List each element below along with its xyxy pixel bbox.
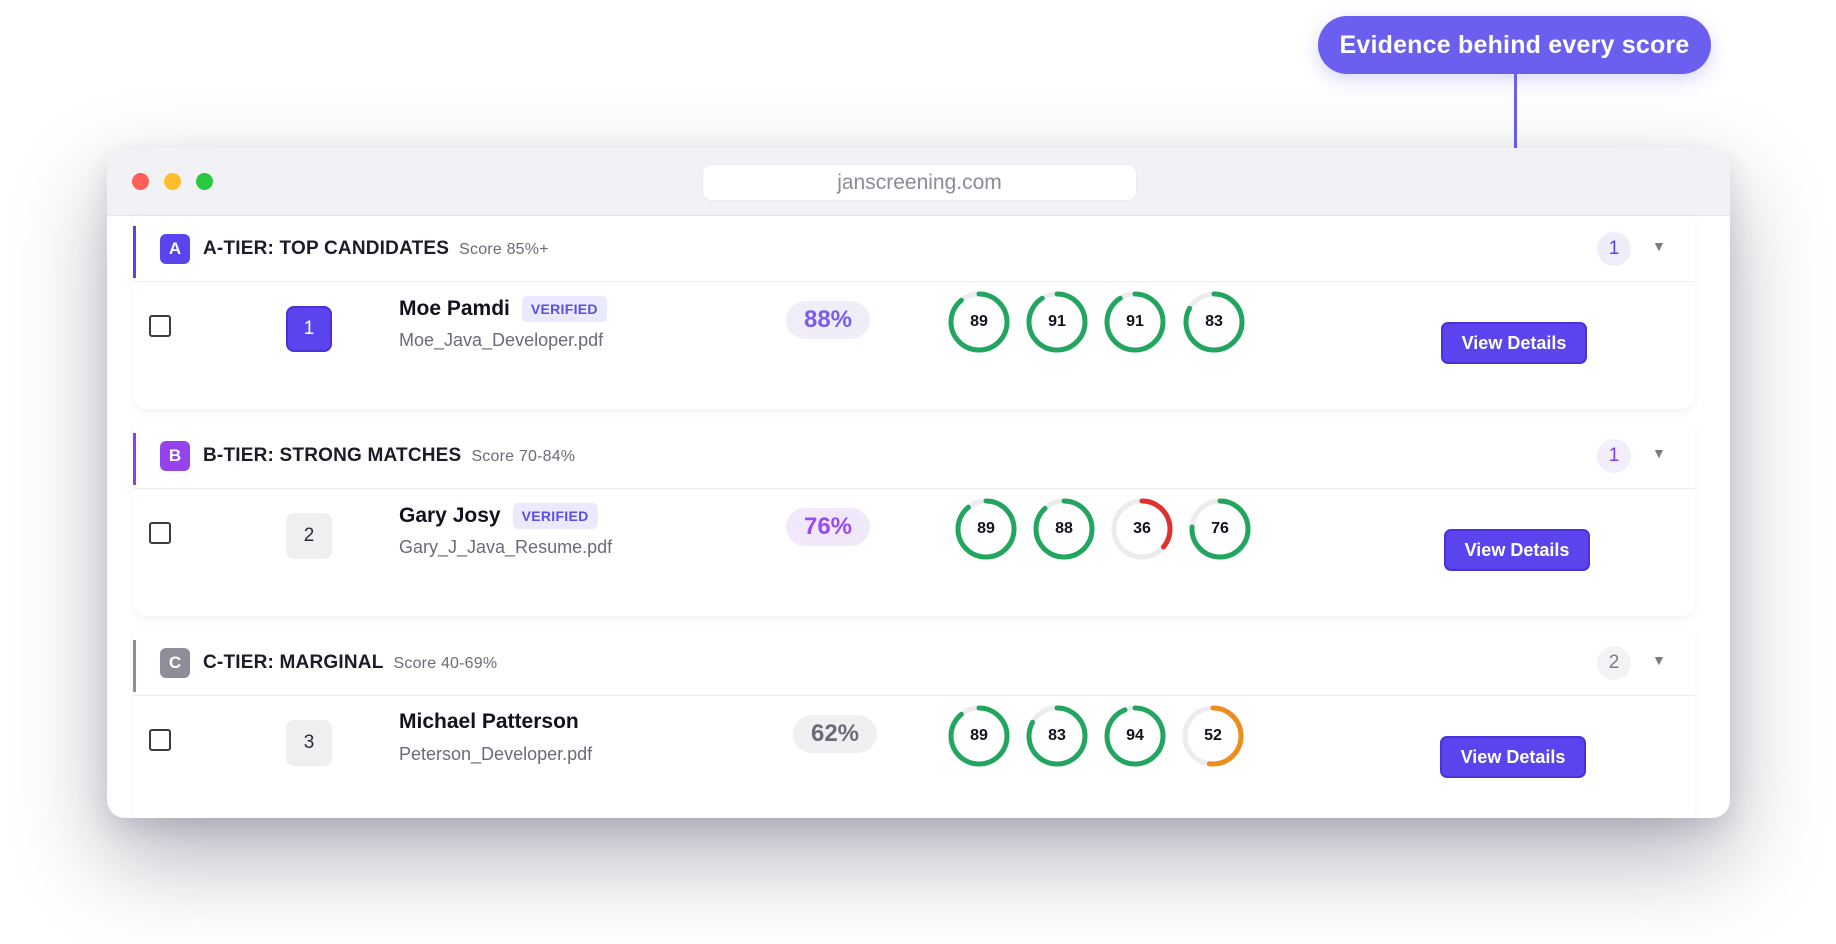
verified-badge: VERIFIED: [521, 296, 607, 322]
tier-score-range: Score 85%+: [459, 241, 549, 258]
tier-score-range: Score 40-69%: [393, 655, 498, 672]
tier-title: C-TIER: MARGINAL Score 40-69%: [203, 652, 498, 673]
candidate-name-row: Moe Pamdi VERIFIED: [399, 296, 607, 322]
criteria-score-ring: 52: [1181, 704, 1245, 768]
candidate-resume-file[interactable]: Moe_Java_Developer.pdf: [399, 330, 603, 351]
address-bar[interactable]: janscreening.com: [702, 164, 1137, 201]
match-score-pill: 76%: [786, 508, 870, 546]
view-details-button[interactable]: View Details: [1444, 529, 1590, 571]
tier-count-badge: 2: [1597, 646, 1631, 680]
criteria-score-ring: 83: [1025, 704, 1089, 768]
criteria-score-ring: 89: [947, 290, 1011, 354]
chevron-down-icon[interactable]: ▼: [1652, 238, 1666, 254]
view-details-button[interactable]: View Details: [1441, 322, 1587, 364]
candidate-select-checkbox[interactable]: [149, 522, 171, 544]
criteria-score-ring: 83: [1182, 290, 1246, 354]
minimize-window-button[interactable]: [164, 173, 181, 190]
candidate-name: Gary Josy: [399, 504, 501, 527]
candidate-resume-file[interactable]: Gary_J_Java_Resume.pdf: [399, 537, 612, 558]
chevron-down-icon[interactable]: ▼: [1652, 445, 1666, 461]
candidate-name-row: Gary Josy VERIFIED: [399, 503, 598, 529]
match-score-pill: 62%: [793, 715, 877, 753]
candidate-rank-badge: 2: [286, 513, 332, 559]
candidate-select-checkbox[interactable]: [149, 729, 171, 751]
browser-titlebar: janscreening.com: [107, 148, 1730, 216]
criteria-score-ring: 76: [1188, 497, 1252, 561]
maximize-window-button[interactable]: [196, 173, 213, 190]
tier-header[interactable]: C C-TIER: MARGINAL Score 40-69% 2 ▼: [133, 630, 1695, 696]
criteria-score-ring: 94: [1103, 704, 1167, 768]
candidate-rank-badge: 1: [286, 306, 332, 352]
callout-text: Evidence behind every score: [1339, 30, 1690, 59]
candidate-name: Moe Pamdi: [399, 297, 510, 320]
candidate-rank-badge: 3: [286, 720, 332, 766]
criteria-score-ring: 89: [954, 497, 1018, 561]
tier-score-range: Score 70-84%: [471, 448, 576, 465]
candidate-name-row: Michael Patterson: [399, 710, 579, 734]
tier-count-badge: 1: [1597, 232, 1631, 266]
tier-section-a: A A-TIER: TOP CANDIDATES Score 85%+ 1 ▼ 1…: [133, 216, 1695, 409]
close-window-button[interactable]: [132, 173, 149, 190]
tier-title: A-TIER: TOP CANDIDATES Score 85%+: [203, 238, 549, 259]
tier-count-badge: 1: [1597, 439, 1631, 473]
criteria-score-ring: 91: [1025, 290, 1089, 354]
criteria-score-ring: 91: [1103, 290, 1167, 354]
tier-title: B-TIER: STRONG MATCHES Score 70-84%: [203, 445, 576, 466]
address-bar-url: janscreening.com: [837, 170, 1002, 194]
match-score-pill: 88%: [786, 301, 870, 339]
tier-letter-badge: A: [160, 234, 190, 264]
callout-badge: Evidence behind every score: [1318, 16, 1711, 74]
candidate-resume-file[interactable]: Peterson_Developer.pdf: [399, 744, 592, 765]
criteria-score-ring: 36: [1110, 497, 1174, 561]
candidate-name: Michael Patterson: [399, 710, 579, 733]
tier-header[interactable]: B B-TIER: STRONG MATCHES Score 70-84% 1 ▼: [133, 423, 1695, 489]
criteria-score-ring: 88: [1032, 497, 1096, 561]
tier-header[interactable]: A A-TIER: TOP CANDIDATES Score 85%+ 1 ▼: [133, 216, 1695, 282]
criteria-score-ring: 89: [947, 704, 1011, 768]
browser-window: janscreening.com A A-TIER: TOP CANDIDATE…: [107, 148, 1730, 818]
chevron-down-icon[interactable]: ▼: [1652, 652, 1666, 668]
verified-badge: VERIFIED: [512, 503, 598, 529]
candidate-select-checkbox[interactable]: [149, 315, 171, 337]
tier-letter-badge: C: [160, 648, 190, 678]
view-details-button[interactable]: View Details: [1440, 736, 1586, 778]
tier-letter-badge: B: [160, 441, 190, 471]
tier-section-c: C C-TIER: MARGINAL Score 40-69% 2 ▼ 3 Mic…: [133, 630, 1695, 818]
tier-section-b: B B-TIER: STRONG MATCHES Score 70-84% 1 ▼…: [133, 423, 1695, 616]
